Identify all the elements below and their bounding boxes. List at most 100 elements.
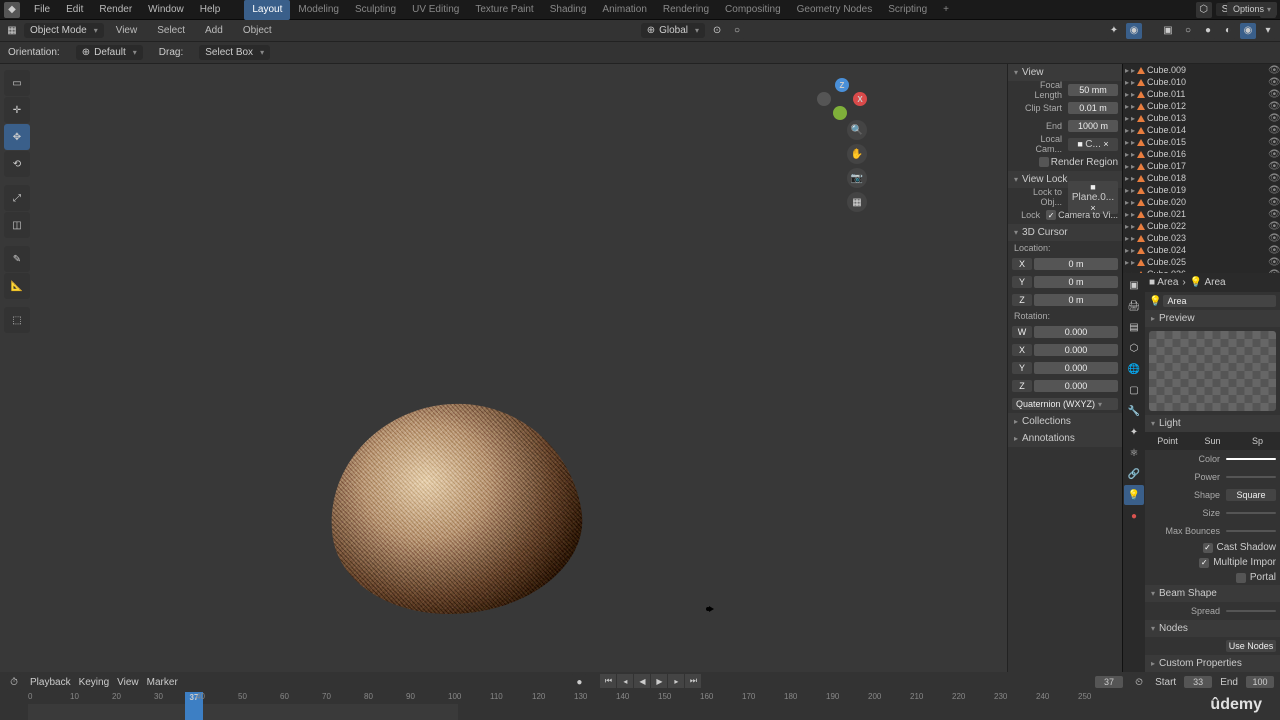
proptab-modifier[interactable]: 🔧 xyxy=(1124,401,1144,421)
tool-move[interactable]: ✥ xyxy=(4,124,30,150)
panel-customprops[interactable]: Custom Properties xyxy=(1145,655,1280,672)
visibility-icon[interactable]: 👁 xyxy=(1268,245,1278,255)
keyframe-prev-icon[interactable]: ◂ xyxy=(617,674,633,688)
tab-shading[interactable]: Shading xyxy=(542,0,595,20)
axis-neg[interactable] xyxy=(817,92,831,106)
visibility-icon[interactable]: 👁 xyxy=(1268,185,1278,195)
shading-wire-icon[interactable]: ○ xyxy=(1180,23,1196,39)
rot-z-value[interactable]: 0.000 xyxy=(1034,380,1118,392)
preview-range-icon[interactable]: ⏲ xyxy=(1131,674,1147,690)
timeline-playback[interactable]: Playback xyxy=(30,677,71,688)
tool-annotate[interactable]: ✎ xyxy=(4,246,30,272)
panel-collections[interactable]: Collections xyxy=(1008,413,1122,430)
proptab-scene[interactable]: ⬡ xyxy=(1124,338,1144,358)
localcam-value[interactable]: ■ C... × xyxy=(1068,138,1118,151)
zoom-icon[interactable]: 🔍 xyxy=(847,120,867,140)
outliner-item[interactable]: ▸▸Cube.025👁 xyxy=(1123,256,1280,268)
keyframe-next-icon[interactable]: ▸ xyxy=(668,674,684,688)
camera-icon[interactable]: 📷 xyxy=(847,168,867,188)
outliner-item[interactable]: ▸▸Cube.023👁 xyxy=(1123,232,1280,244)
play-reverse-icon[interactable]: ◀ xyxy=(634,674,650,688)
snap-icon[interactable]: ⊙ xyxy=(709,23,725,39)
rot-y-value[interactable]: 0.000 xyxy=(1034,362,1118,374)
visibility-icon[interactable]: 👁 xyxy=(1268,125,1278,135)
proptab-world[interactable]: 🌐 xyxy=(1124,359,1144,379)
visibility-icon[interactable]: 👁 xyxy=(1268,257,1278,267)
tab-compositing[interactable]: Compositing xyxy=(717,0,789,20)
outliner-item[interactable]: ▸▸Cube.017👁 xyxy=(1123,160,1280,172)
visibility-icon[interactable]: 👁 xyxy=(1268,101,1278,111)
rot-w-value[interactable]: 0.000 xyxy=(1034,326,1118,338)
proptab-material[interactable]: ● xyxy=(1124,506,1144,526)
proptab-physics[interactable]: ⚛ xyxy=(1124,443,1144,463)
app-logo-icon[interactable]: ◆ xyxy=(4,2,20,18)
jump-end-icon[interactable]: ⏭ xyxy=(685,674,701,688)
panel-light[interactable]: Light xyxy=(1145,415,1280,432)
loc-y-value[interactable]: 0 m xyxy=(1034,276,1118,288)
menu-window[interactable]: Window xyxy=(140,0,192,20)
visibility-icon[interactable]: 👁 xyxy=(1268,137,1278,147)
locktoobj-value[interactable]: ■ Plane.0... × xyxy=(1068,181,1118,214)
orientation-dropdown[interactable]: ⊕ Global xyxy=(641,23,705,38)
color-swatch[interactable] xyxy=(1226,458,1276,460)
outliner-item[interactable]: ▸▸Cube.009👁 xyxy=(1123,64,1280,76)
perspective-icon[interactable]: ▦ xyxy=(847,192,867,212)
header-view[interactable]: View xyxy=(108,21,146,41)
header-add[interactable]: Add xyxy=(197,21,231,41)
focal-value[interactable]: 50 mm xyxy=(1068,84,1118,96)
rotation-mode[interactable]: Quaternion (WXYZ) xyxy=(1012,398,1118,410)
end-frame[interactable]: 100 xyxy=(1246,676,1274,688)
tool-select[interactable]: ▭ xyxy=(4,70,30,96)
timeline-view[interactable]: View xyxy=(117,677,139,688)
shading-rendered-icon[interactable]: ◉ xyxy=(1240,23,1256,39)
tool-scale[interactable]: ⤢ xyxy=(4,185,30,211)
shape-value[interactable]: Square xyxy=(1226,489,1276,501)
panel-beamshape[interactable]: Beam Shape xyxy=(1145,585,1280,602)
mode-dropdown[interactable]: Object Mode xyxy=(24,23,104,38)
start-frame[interactable]: 33 xyxy=(1184,676,1212,688)
timeline-keying[interactable]: Keying xyxy=(79,677,110,688)
menu-file[interactable]: File xyxy=(26,0,58,20)
tab-rendering[interactable]: Rendering xyxy=(655,0,717,20)
shading-options-icon[interactable]: ▾ xyxy=(1260,23,1276,39)
timeline-editor-icon[interactable]: ⏱ xyxy=(6,674,22,690)
axis-z[interactable]: Z xyxy=(835,78,849,92)
visibility-icon[interactable]: 👁 xyxy=(1268,233,1278,243)
proportional-icon[interactable]: ○ xyxy=(729,23,745,39)
clipend-value[interactable]: 1000 m xyxy=(1068,120,1118,132)
visibility-icon[interactable]: 👁 xyxy=(1268,221,1278,231)
multimp-check[interactable] xyxy=(1199,558,1209,568)
proptab-render[interactable]: ▣ xyxy=(1124,275,1144,295)
play-icon[interactable]: ▶ xyxy=(651,674,667,688)
tab-uv[interactable]: UV Editing xyxy=(404,0,467,20)
tool-transform[interactable]: ◫ xyxy=(4,212,30,238)
visibility-icon[interactable]: 👁 xyxy=(1268,65,1278,75)
visibility-icon[interactable]: 👁 xyxy=(1268,161,1278,171)
panel-view[interactable]: View xyxy=(1008,64,1122,81)
outliner-item[interactable]: ▸▸Cube.020👁 xyxy=(1123,196,1280,208)
mesh-object[interactable] xyxy=(317,388,594,631)
tool-cursor[interactable]: ✛ xyxy=(4,97,30,123)
visibility-icon[interactable]: 👁 xyxy=(1268,77,1278,87)
xray-icon[interactable]: ▣ xyxy=(1160,23,1176,39)
timeline-track[interactable]: 37 0102030405060708090100110120130140150… xyxy=(0,692,1280,720)
usenodes-button[interactable]: Use Nodes xyxy=(1226,640,1276,652)
breadcrumb-obj[interactable]: ■ Area xyxy=(1149,277,1178,288)
tab-modeling[interactable]: Modeling xyxy=(290,0,347,20)
menu-render[interactable]: Render xyxy=(91,0,140,20)
lighttype-spot[interactable]: Sp xyxy=(1235,432,1280,450)
lighttype-sun[interactable]: Sun xyxy=(1190,432,1235,450)
visibility-icon[interactable]: 👁 xyxy=(1268,197,1278,207)
jump-start-icon[interactable]: ⏮ xyxy=(600,674,616,688)
tab-texture[interactable]: Texture Paint xyxy=(467,0,541,20)
options-button[interactable]: Options xyxy=(1227,2,1277,16)
timeline-marker[interactable]: Marker xyxy=(147,677,178,688)
proptab-viewlayer[interactable]: ▤ xyxy=(1124,317,1144,337)
tab-geometry[interactable]: Geometry Nodes xyxy=(789,0,881,20)
proptab-output[interactable]: 🖨 xyxy=(1124,296,1144,316)
tab-add[interactable]: + xyxy=(935,0,957,20)
tab-layout[interactable]: Layout xyxy=(244,0,290,20)
outliner-item[interactable]: ▸▸Cube.011👁 xyxy=(1123,88,1280,100)
loc-z-value[interactable]: 0 m xyxy=(1034,294,1118,306)
size-value[interactable] xyxy=(1226,512,1276,514)
